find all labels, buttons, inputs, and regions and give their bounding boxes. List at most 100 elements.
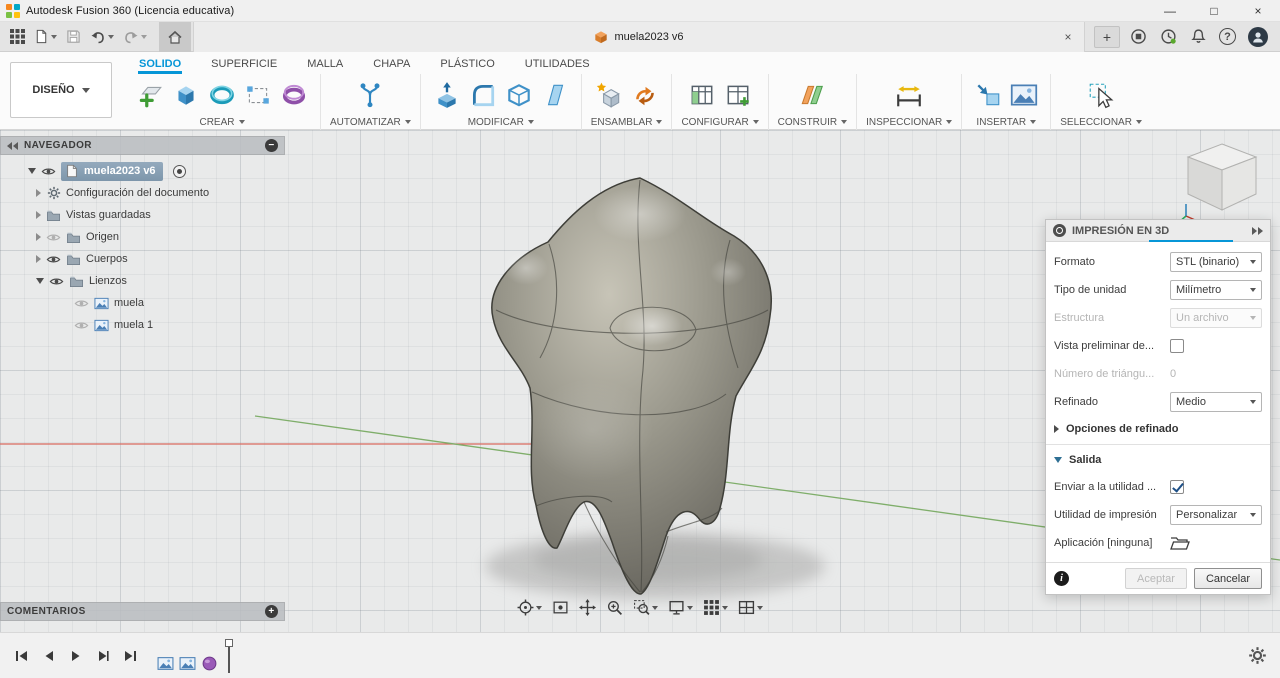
play-button[interactable]	[66, 646, 86, 666]
timeline-canvas-feature-icon[interactable]	[178, 655, 196, 673]
tree-item-root[interactable]: muela2023 v6	[0, 160, 285, 182]
expander-icon[interactable]	[36, 189, 41, 197]
refinado-select[interactable]: Medio	[1170, 392, 1262, 412]
collapse-panel-icon[interactable]	[7, 141, 19, 150]
zoom-icon[interactable]	[606, 599, 623, 616]
create-sketch-icon[interactable]	[133, 78, 167, 112]
viewport[interactable]: NAVEGADOR − muela2023 v6 Configuración d…	[0, 130, 1280, 632]
display-settings-icon[interactable]	[668, 599, 693, 616]
new-component-icon[interactable]	[592, 78, 626, 112]
unidad-select[interactable]: Milímetro	[1170, 280, 1262, 300]
visibility-eye-icon[interactable]	[46, 252, 61, 267]
pattern-icon[interactable]	[241, 78, 275, 112]
document-tab[interactable]: muela2023 v6 ×	[193, 21, 1085, 52]
dock-right-icon[interactable]	[1251, 226, 1263, 235]
tree-item-bodies[interactable]: Cuerpos	[0, 248, 285, 270]
aceptar-button[interactable]: Aceptar	[1125, 568, 1187, 589]
group-label-configurar[interactable]: CONFIGURAR	[681, 114, 758, 130]
insert-derive-icon[interactable]	[971, 78, 1005, 112]
group-label-modificar[interactable]: MODIFICAR	[430, 114, 572, 130]
visibility-eye-icon[interactable]	[49, 274, 64, 289]
visibility-eye-icon[interactable]	[41, 164, 56, 179]
save-button[interactable]	[62, 24, 85, 50]
info-icon[interactable]: i	[1054, 571, 1069, 586]
tab-superficie[interactable]: SUPERFICIE	[210, 56, 278, 74]
profile-avatar[interactable]	[1248, 26, 1268, 47]
notifications-bell-icon[interactable]	[1189, 28, 1207, 46]
pan-icon[interactable]	[579, 599, 596, 616]
cancelar-button[interactable]: Cancelar	[1193, 568, 1262, 589]
tree-item-canvases[interactable]: Lienzos	[0, 270, 285, 292]
new-tab-button[interactable]: +	[1094, 25, 1120, 48]
coil-icon[interactable]	[277, 78, 311, 112]
expander-icon[interactable]	[36, 255, 41, 263]
timeline-form-feature-icon[interactable]	[200, 655, 218, 673]
tab-malla[interactable]: MALLA	[306, 56, 344, 74]
tree-item-document-settings[interactable]: Configuración del documento	[0, 182, 285, 204]
group-label-inspeccionar[interactable]: INSPECCIONAR	[866, 114, 952, 130]
comments-header[interactable]: COMENTARIOS +	[0, 602, 285, 621]
tree-item-origin[interactable]: Origen	[0, 226, 285, 248]
configuration-table-icon[interactable]	[685, 78, 719, 112]
tree-item-canvas-muela1[interactable]: muela 1	[0, 314, 285, 336]
construction-plane-icon[interactable]	[795, 78, 829, 112]
configuration-insert-icon[interactable]	[721, 78, 755, 112]
group-label-ensamblar[interactable]: ENSAMBLAR	[591, 114, 663, 130]
step-forward-button[interactable]	[93, 646, 113, 666]
expander-icon[interactable]	[36, 278, 44, 284]
maximize-button[interactable]: □	[1192, 0, 1236, 21]
help-icon[interactable]: ?	[1219, 28, 1236, 45]
group-label-crear[interactable]: CREAR	[133, 114, 311, 130]
group-label-insertar[interactable]: INSERTAR	[971, 114, 1041, 130]
preview-mesh-checkbox[interactable]	[1170, 339, 1184, 353]
estructura-select[interactable]: Un archivo	[1170, 308, 1262, 328]
group-label-automatizar[interactable]: AUTOMATIZAR	[330, 114, 411, 130]
output-section[interactable]: Salida	[1054, 447, 1262, 473]
revolve-icon[interactable]	[205, 78, 239, 112]
draft-icon[interactable]	[538, 78, 572, 112]
extensions-icon[interactable]	[1129, 28, 1147, 46]
close-button[interactable]: ×	[1236, 0, 1280, 21]
shell-icon[interactable]	[502, 78, 536, 112]
orbit-icon[interactable]	[517, 599, 542, 616]
timeline-canvas-feature-icon[interactable]	[156, 655, 174, 673]
go-to-start-button[interactable]	[12, 646, 32, 666]
minimize-button[interactable]: —	[1148, 0, 1192, 21]
step-back-button[interactable]	[39, 646, 59, 666]
refine-options-section[interactable]: Opciones de refinado	[1054, 416, 1262, 442]
formato-select[interactable]: STL (binario)	[1170, 252, 1262, 272]
redo-button[interactable]	[119, 24, 151, 50]
undo-button[interactable]	[86, 24, 118, 50]
press-pull-icon[interactable]	[430, 78, 464, 112]
navigator-header[interactable]: NAVEGADOR −	[0, 136, 285, 155]
dialog-header[interactable]: IMPRESIÓN EN 3D	[1046, 220, 1270, 242]
close-tab-icon[interactable]: ×	[1060, 29, 1076, 45]
view-cube[interactable]	[1176, 136, 1268, 228]
expander-icon[interactable]	[28, 168, 36, 174]
grid-settings-icon[interactable]	[703, 599, 728, 616]
send-to-utility-checkbox[interactable]	[1170, 480, 1184, 494]
tab-solido[interactable]: SOLIDO	[138, 56, 182, 74]
activate-component-radio[interactable]	[172, 164, 186, 178]
selected-root-chip[interactable]: muela2023 v6	[61, 161, 163, 181]
tab-plastico[interactable]: PLÁSTICO	[439, 56, 495, 74]
tree-item-saved-views[interactable]: Vistas guardadas	[0, 204, 285, 226]
automate-scripts-icon[interactable]	[353, 78, 387, 112]
select-cursor-icon[interactable]	[1084, 78, 1118, 112]
group-label-construir[interactable]: CONSTRUIR	[778, 114, 847, 130]
tree-item-canvas-muela[interactable]: muela	[0, 292, 285, 314]
look-at-icon[interactable]	[552, 599, 569, 616]
tab-chapa[interactable]: CHAPA	[372, 56, 411, 74]
timeline-position-marker[interactable]	[224, 638, 234, 673]
data-panel-grid-icon[interactable]	[6, 24, 29, 50]
expander-icon[interactable]	[36, 211, 41, 219]
measure-icon[interactable]	[892, 78, 926, 112]
print-utility-select[interactable]: Personalizar	[1170, 505, 1262, 525]
fillet-icon[interactable]	[466, 78, 500, 112]
zoom-window-icon[interactable]	[633, 599, 658, 616]
home-button[interactable]	[159, 21, 191, 52]
tab-utilidades[interactable]: UTILIDADES	[524, 56, 591, 74]
visibility-eye-icon[interactable]	[46, 230, 61, 245]
visibility-eye-icon[interactable]	[74, 296, 89, 311]
viewports-icon[interactable]	[738, 599, 763, 616]
